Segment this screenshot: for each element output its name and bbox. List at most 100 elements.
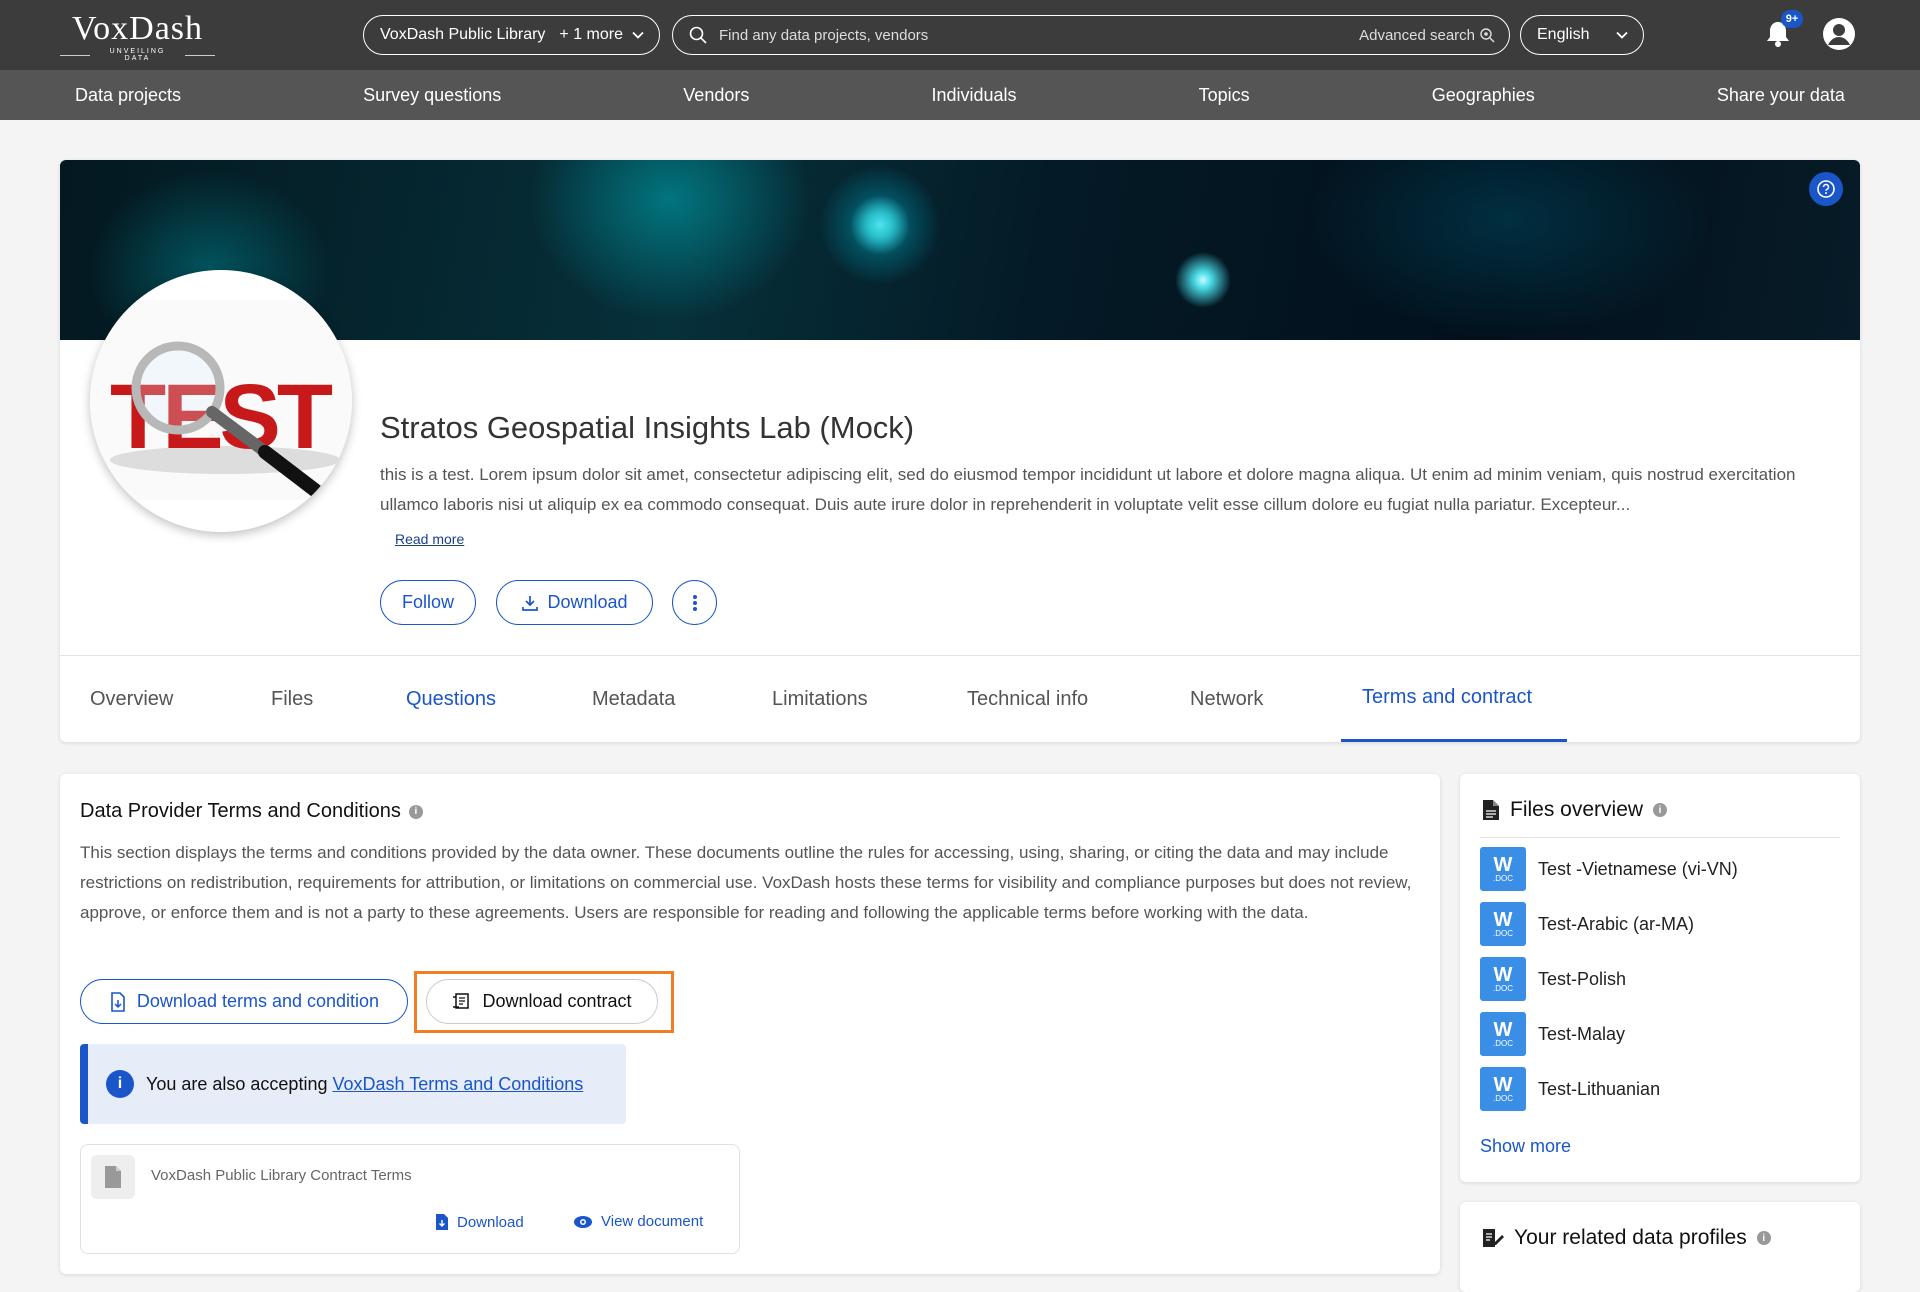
related-heading: Your related data profiles i <box>1482 1226 1771 1250</box>
file-download-icon <box>436 1214 448 1230</box>
word-doc-icon: W .DOC <box>1480 1012 1526 1056</box>
file-item[interactable]: W .DOC Test-Arabic (ar-MA) <box>1480 902 1694 946</box>
terms-body: This section displays the terms and cond… <box>80 843 1412 922</box>
kebab-menu-icon <box>692 594 697 611</box>
contract-icon <box>453 992 470 1009</box>
download-terms-button[interactable]: Download terms and condition <box>80 979 408 1024</box>
eye-icon <box>574 1215 592 1228</box>
word-doc-icon: W .DOC <box>1480 847 1526 891</box>
user-avatar-icon[interactable] <box>1822 17 1856 51</box>
tab-metadata[interactable]: Metadata <box>592 688 675 711</box>
view-document-label: View document <box>601 1213 704 1230</box>
chevron-down-icon <box>1616 31 1628 39</box>
file-name: Test-Malay <box>1538 1023 1626 1044</box>
more-options-button[interactable] <box>672 580 717 625</box>
test-magnifier-logo: TEST <box>90 300 352 501</box>
info-icon[interactable]: i <box>408 804 423 819</box>
nav-data-projects[interactable]: Data projects <box>75 85 181 106</box>
voxdash-terms-link[interactable]: VoxDash Terms and Conditions <box>332 1074 583 1095</box>
document-download-label: Download <box>457 1213 524 1231</box>
profile-description: this is a test. Lorem ipsum dolor sit am… <box>380 465 1796 514</box>
view-document-link[interactable]: View document <box>573 1213 703 1230</box>
related-profiles-card: Your related data profiles i <box>1460 1202 1860 1292</box>
help-chat-icon <box>1817 180 1835 198</box>
tab-files[interactable]: Files <box>271 688 313 711</box>
info-circle-icon: i <box>106 1070 134 1098</box>
profile-title: Stratos Geospatial Insights Lab (Mock) <box>380 410 915 445</box>
terms-card: Data Provider Terms and Conditions i Thi… <box>60 774 1440 1274</box>
word-doc-icon: W .DOC <box>1480 957 1526 1001</box>
nav-share-your-data[interactable]: Share your data <box>1717 85 1845 106</box>
tab-technical-info[interactable]: Technical info <box>967 688 1088 711</box>
profile-banner <box>60 160 1860 340</box>
file-item[interactable]: W .DOC Test-Polish <box>1480 957 1626 1001</box>
search-icon <box>689 26 707 44</box>
tab-terms-and-contract[interactable]: Terms and contract <box>1362 686 1532 709</box>
file-item[interactable]: W .DOC Test -Vietnamese (vi-VN) <box>1480 847 1738 891</box>
profile-download-label: Download <box>547 592 628 612</box>
advanced-search-icon <box>1480 28 1495 43</box>
advanced-search-label: Advanced search <box>1359 26 1475 44</box>
files-overview-heading: Files overview i <box>1482 798 1668 822</box>
profile-download-button[interactable]: Download <box>496 580 653 625</box>
nav-geographies[interactable]: Geographies <box>1432 85 1535 106</box>
file-name: Test-Arabic (ar-MA) <box>1538 913 1695 934</box>
word-doc-icon: W .DOC <box>1480 1067 1526 1111</box>
file-icon <box>1483 800 1499 820</box>
language-selector[interactable]: English <box>1520 15 1644 55</box>
file-icon <box>91 1155 135 1199</box>
download-contract-label: Download contract <box>482 991 632 1011</box>
files-overview-title: Files overview <box>1510 798 1644 821</box>
related-title: Your related data profiles <box>1514 1226 1747 1249</box>
nav-individuals[interactable]: Individuals <box>931 85 1016 106</box>
library-more: + 1 more <box>559 26 624 43</box>
info-icon[interactable]: i <box>1653 803 1668 817</box>
voxdash-logo[interactable]: VoxDash UNVEILING DATA <box>60 10 215 63</box>
nav-survey-questions[interactable]: Survey questions <box>363 85 501 106</box>
library-label: VoxDash Public Library <box>380 26 546 43</box>
acceptance-notice: i You are also accepting VoxDash Terms a… <box>80 1044 626 1124</box>
tab-overview[interactable]: Overview <box>90 688 173 711</box>
file-item[interactable]: W .DOC Test-Lithuanian <box>1480 1067 1660 1111</box>
read-more-link[interactable]: Read more <box>395 531 464 547</box>
nav-topics[interactable]: Topics <box>1199 85 1250 106</box>
download-contract-button[interactable]: Download contract <box>426 979 658 1024</box>
main-nav: Data projects Survey questions Vendors I… <box>0 70 1920 120</box>
tab-limitations[interactable]: Limitations <box>772 688 868 711</box>
nav-vendors[interactable]: Vendors <box>683 85 749 106</box>
document-name: VoxDash Public Library Contract Terms <box>151 1167 412 1184</box>
profile-tabs: Overview Files Questions Metadata Limita… <box>60 655 1860 742</box>
logo-word: VoxDash <box>71 10 204 47</box>
tab-network[interactable]: Network <box>1190 688 1263 711</box>
file-item[interactable]: W .DOC Test-Malay <box>1480 1012 1625 1056</box>
tab-questions[interactable]: Questions <box>406 688 496 711</box>
file-name: Test -Vietnamese (vi-VN) <box>1538 858 1738 879</box>
library-selector[interactable]: VoxDash Public Library + 1 more <box>363 15 660 55</box>
files-overview-card: Files overview i W .DOC Test -Vietnamese … <box>1460 774 1860 1182</box>
file-name: Test-Lithuanian <box>1538 1078 1661 1099</box>
document-download-link[interactable]: Download <box>435 1213 524 1231</box>
search-bar[interactable]: Find any data projects, vendors Advanced… <box>672 15 1510 55</box>
divider <box>1480 837 1840 838</box>
file-name: Test-Polish <box>1538 968 1627 989</box>
top-bar: VoxDash UNVEILING DATA VoxDash Public Li… <box>0 0 1920 70</box>
word-doc-icon: W .DOC <box>1480 902 1526 946</box>
follow-button[interactable]: Follow <box>380 580 476 625</box>
language-label: English <box>1537 26 1590 43</box>
download-terms-label: Download terms and condition <box>136 991 380 1011</box>
help-button[interactable] <box>1809 172 1843 206</box>
show-more-link[interactable]: Show more <box>1480 1136 1571 1157</box>
download-icon <box>522 595 539 611</box>
logo-tagline: UNVEILING DATA <box>60 48 215 62</box>
contract-document-card: VoxDash Public Library Contract Terms Do… <box>80 1144 740 1254</box>
notification-badge: 9+ <box>1781 10 1803 28</box>
profile-logo: TEST <box>90 270 352 532</box>
advanced-search-link[interactable]: Advanced search <box>1359 27 1495 44</box>
terms-heading: Data Provider Terms and Conditions i <box>80 800 423 823</box>
edit-document-icon <box>1483 1229 1504 1247</box>
profile-card: TEST Stratos Geospatial Insights Lab (Mo… <box>60 160 1860 742</box>
search-input[interactable]: Find any data projects, vendors <box>719 27 1359 44</box>
active-tab-indicator <box>1341 739 1567 742</box>
chevron-down-icon <box>632 31 644 39</box>
info-icon[interactable]: i <box>1756 1231 1771 1245</box>
